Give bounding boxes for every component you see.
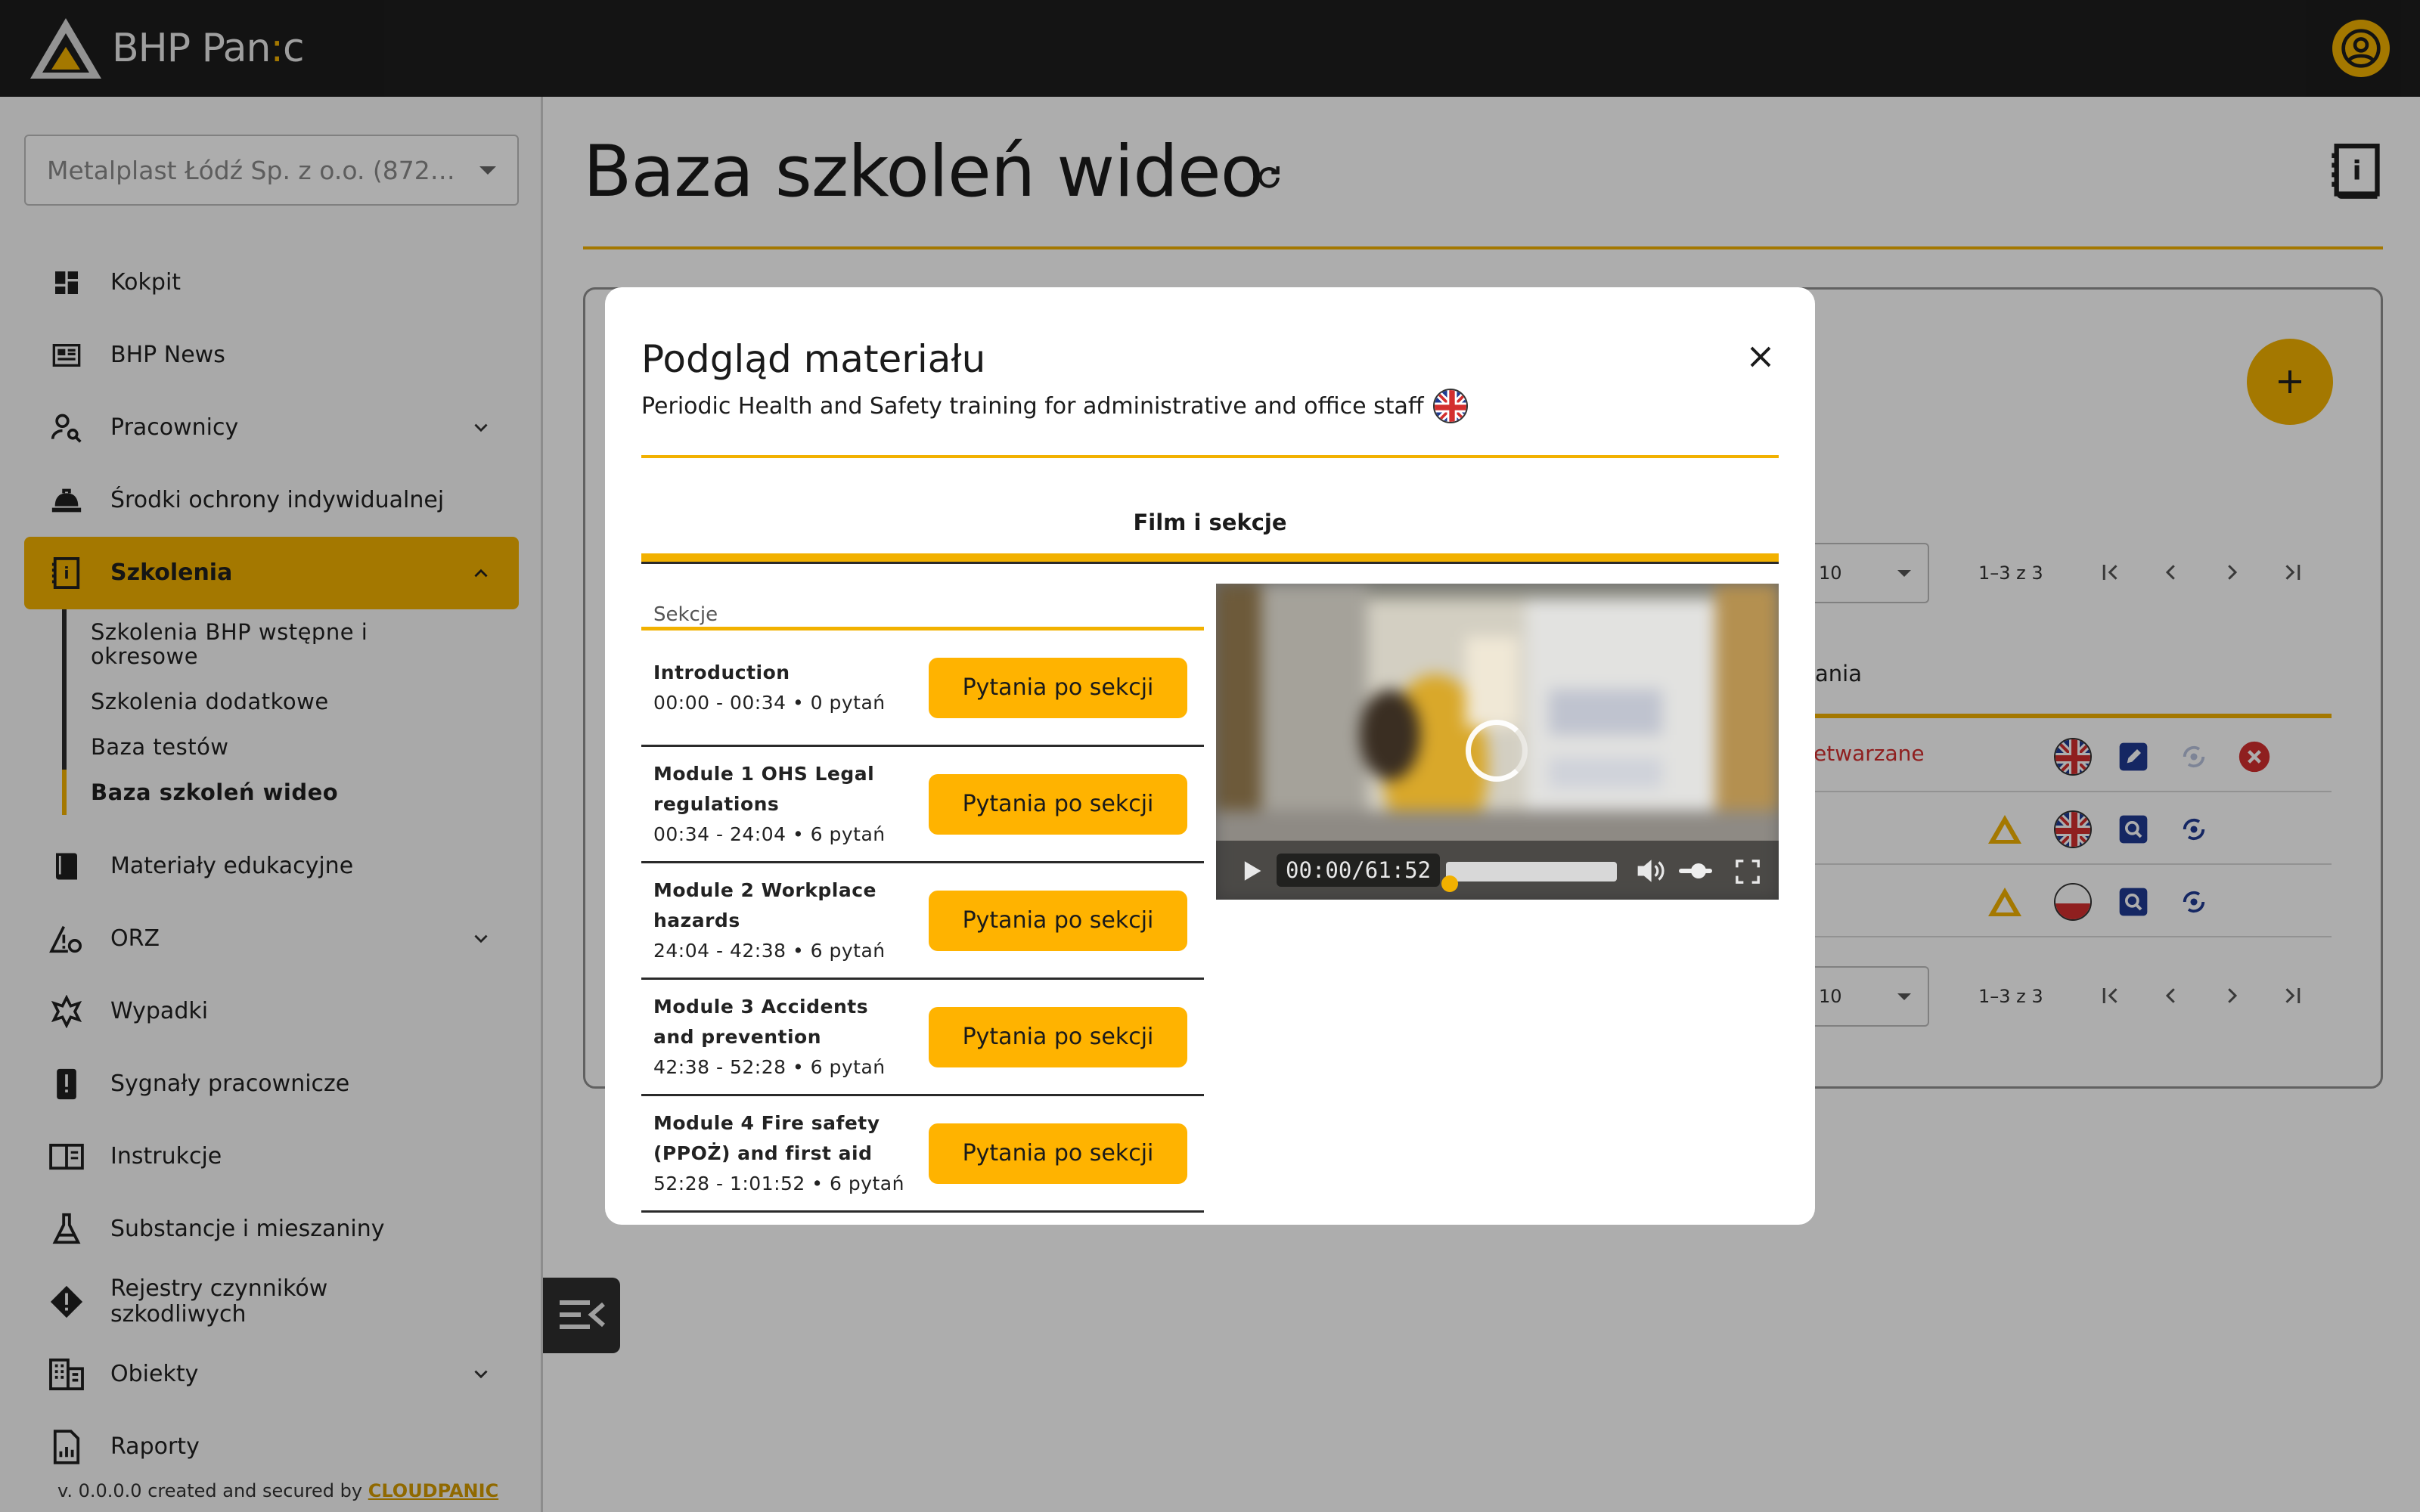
close-icon[interactable] <box>1739 336 1782 378</box>
play-icon[interactable] <box>1237 856 1267 886</box>
section-questions-button[interactable]: Pytania po sekcji <box>929 1123 1187 1184</box>
section-meta: 00:34 - 24:04 • 6 pytań <box>653 823 886 845</box>
sections-header: Sekcje <box>641 585 1204 631</box>
tab-indicator <box>641 553 1779 564</box>
flag-uk-icon <box>1432 389 1468 423</box>
section-name: Module 1 OHS Legal regulations <box>653 762 875 815</box>
video-progress-bar[interactable] <box>1441 862 1617 892</box>
section-name: Module 4 Fire safety (PPOŻ) and first ai… <box>653 1111 880 1164</box>
dialog-subtitle: Periodic Health and Safety training for … <box>641 389 1468 423</box>
material-name: Periodic Health and Safety training for … <box>641 392 1424 420</box>
section-meta: 52:28 - 1:01:52 • 6 pytań <box>653 1172 904 1194</box>
section-questions-button[interactable]: Pytania po sekcji <box>929 657 1187 718</box>
section-questions-button[interactable]: Pytania po sekcji <box>929 1006 1187 1067</box>
section-row: Module 2 Workplace hazards 24:04 - 42:38… <box>641 863 1204 980</box>
section-meta: 42:38 - 52:28 • 6 pytań <box>653 1055 886 1078</box>
loading-spinner <box>1466 720 1528 782</box>
volume-icon[interactable] <box>1634 856 1667 886</box>
volume-slider[interactable] <box>1679 863 1712 878</box>
section-meta: 00:00 - 00:34 • 0 pytań <box>653 691 886 714</box>
section-name: Module 3 Accidents and prevention <box>653 995 869 1048</box>
sections-list: Sekcje Introduction 00:00 - 00:34 • 0 py… <box>641 585 1204 1213</box>
video-player[interactable]: 00:00/61:52 <box>1216 584 1779 900</box>
section-row: Module 3 Accidents and prevention 42:38 … <box>641 980 1204 1096</box>
section-name: Module 2 Workplace hazards <box>653 878 876 931</box>
video-progress-handle[interactable] <box>1441 875 1458 892</box>
dialog-title: Podgląd materiału <box>641 337 986 381</box>
section-row: Module 1 OHS Legal regulations 00:34 - 2… <box>641 747 1204 863</box>
tab-film-i-sekcje[interactable]: Film i sekcje <box>641 510 1779 541</box>
section-row: Module 4 Fire safety (PPOŻ) and first ai… <box>641 1096 1204 1213</box>
section-row: Introduction 00:00 - 00:34 • 0 pytań Pyt… <box>641 631 1204 747</box>
volume-handle[interactable] <box>1691 863 1707 878</box>
preview-dialog: Podgląd materiału Periodic Health and Sa… <box>605 287 1815 1225</box>
dialog-divider <box>641 455 1779 458</box>
section-name: Introduction <box>653 661 790 683</box>
section-questions-button[interactable]: Pytania po sekcji <box>929 773 1187 835</box>
video-time: 00:00/61:52 <box>1277 854 1441 887</box>
fullscreen-icon[interactable] <box>1732 856 1764 888</box>
section-questions-button[interactable]: Pytania po sekcji <box>929 890 1187 951</box>
section-meta: 24:04 - 42:38 • 6 pytań <box>653 939 886 962</box>
video-controls: 00:00/61:52 <box>1216 841 1779 900</box>
